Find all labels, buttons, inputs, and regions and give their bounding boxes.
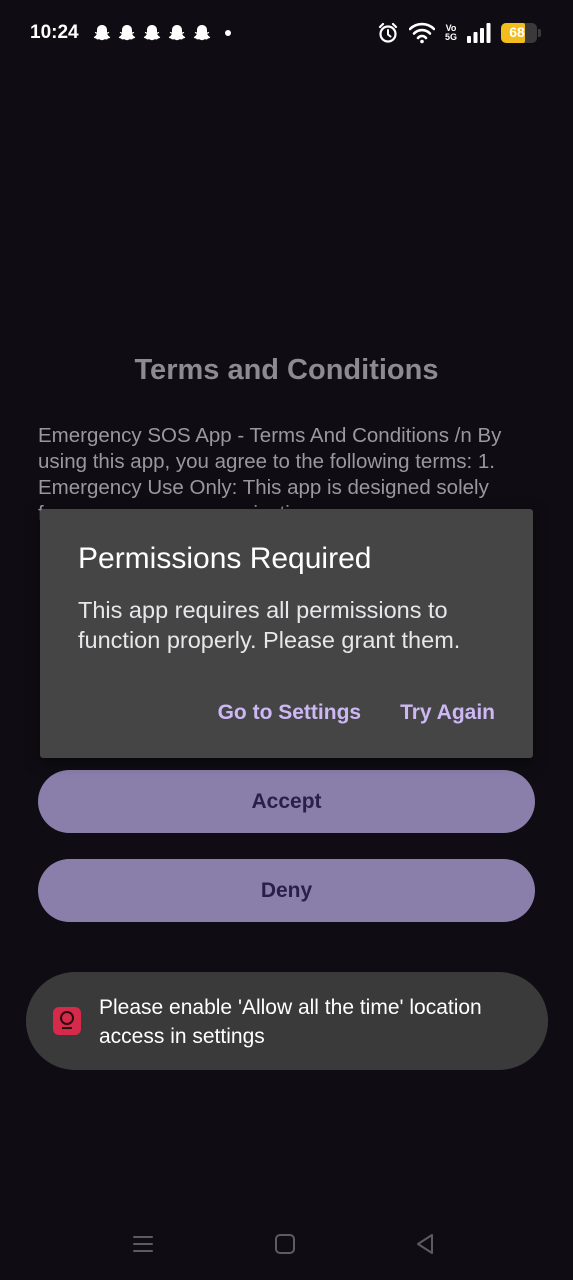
recents-icon[interactable] xyxy=(131,1232,155,1256)
app-icon xyxy=(53,1007,81,1035)
dialog-message: This app requires all permissions to fun… xyxy=(78,597,461,653)
deny-button[interactable]: Deny xyxy=(38,859,535,922)
status-bar: 10:24 Vo 5G 68 xyxy=(0,0,573,66)
app-logo-glyph xyxy=(60,1011,74,1029)
snapchat-icon xyxy=(193,25,211,41)
permissions-dialog: Permissions Required This app requires a… xyxy=(40,509,533,758)
snapchat-icon xyxy=(93,25,111,41)
back-icon[interactable] xyxy=(413,1232,437,1256)
alarm-icon xyxy=(378,22,398,43)
home-icon[interactable] xyxy=(273,1232,297,1256)
page-title: Terms and Conditions xyxy=(134,354,439,386)
battery-icon: 68 xyxy=(501,23,541,43)
snapchat-icon xyxy=(118,25,136,41)
dialog-title: Permissions Required xyxy=(78,542,372,575)
snapchat-icon xyxy=(168,25,186,41)
more-dot-icon xyxy=(225,30,231,36)
navigation-bar xyxy=(0,1220,573,1270)
go-to-settings-button[interactable]: Go to Settings xyxy=(218,701,362,725)
system-icons: Vo 5G 68 xyxy=(377,20,541,46)
snapchat-icon xyxy=(143,25,161,41)
status-time: 10:24 xyxy=(30,22,79,43)
network-label: 5G xyxy=(444,32,457,42)
dialog-actions: Go to Settings Try Again xyxy=(218,701,495,725)
try-again-button[interactable]: Try Again xyxy=(400,701,495,725)
battery-level: 68 xyxy=(509,24,525,40)
accept-button[interactable]: Accept xyxy=(38,770,535,833)
toast-message: Please enable 'Allow all the time' locat… xyxy=(99,996,482,1048)
wifi-icon xyxy=(408,22,435,44)
notification-icons xyxy=(92,22,231,44)
signal-icon xyxy=(467,23,491,43)
battery-cap xyxy=(538,29,541,37)
toast: Please enable 'Allow all the time' locat… xyxy=(26,972,548,1070)
volte-icon: Vo 5G xyxy=(445,24,457,42)
